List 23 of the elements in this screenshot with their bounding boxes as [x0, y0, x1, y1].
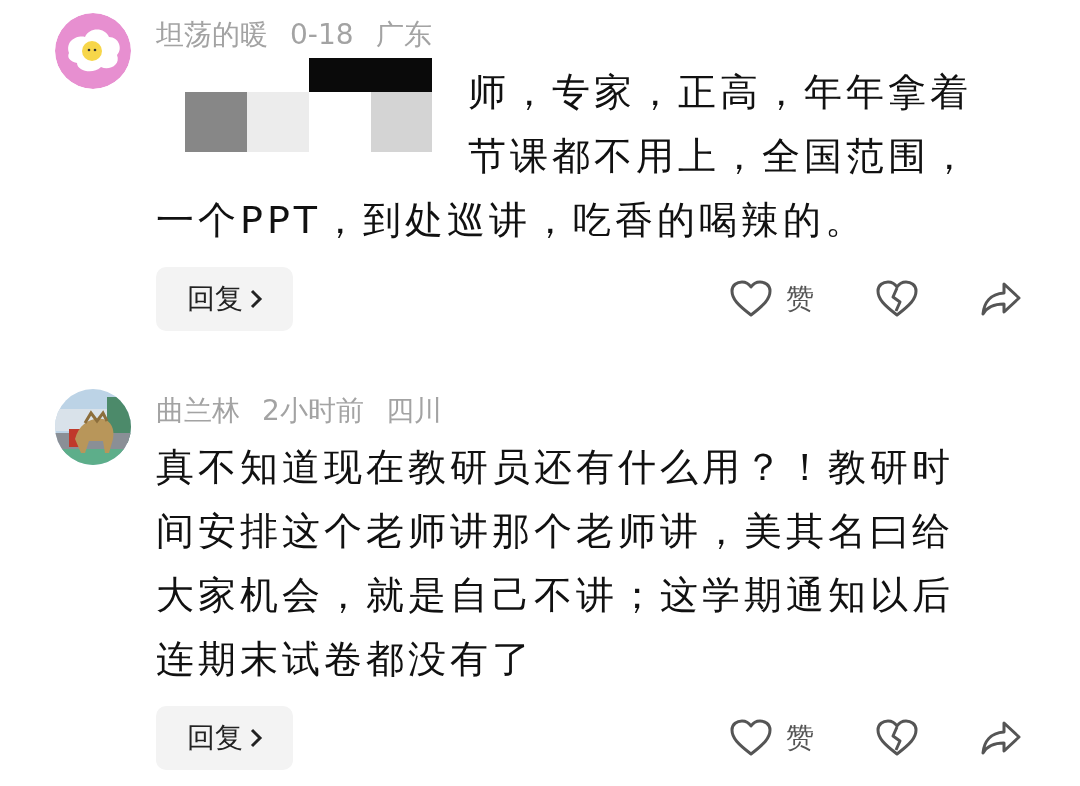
reply-button[interactable]: 回复 — [156, 706, 293, 770]
comment-line: 师，专家，正高，年年拿着 — [467, 69, 973, 116]
comment-time: 2小时前 — [262, 393, 364, 429]
share-icon[interactable] — [980, 280, 1022, 318]
comment-location: 广东 — [375, 17, 432, 53]
broken-heart-icon[interactable] — [876, 280, 918, 318]
like-label: 赞 — [786, 281, 814, 317]
heart-icon[interactable] — [730, 280, 772, 318]
broken-heart-icon[interactable] — [876, 719, 918, 757]
chevron-icon — [248, 288, 263, 310]
share-icon[interactable] — [980, 719, 1022, 757]
comment-line: 节课都不用上，全国范围， — [467, 133, 973, 180]
chevron-icon — [248, 727, 263, 749]
comment-time: 0-18 — [290, 17, 354, 53]
comment-line: 大家机会，就是自己不讲；这学期通知以后 — [156, 572, 955, 619]
like-label: 赞 — [786, 720, 814, 756]
comment-line: 真不知道现在教研员还有什么用？！教研时 — [156, 444, 955, 491]
reply-button[interactable]: 回复 — [156, 267, 293, 331]
comment-location: 四川 — [385, 393, 442, 429]
heart-icon[interactable] — [730, 719, 772, 757]
comment-line: 间安排这个老师讲那个老师讲，美其名曰给 — [156, 508, 955, 555]
comment-line: 连期末试卷都没有了 — [156, 636, 535, 683]
comment-line: 一个PPT，到处巡讲，吃香的喝辣的。 — [156, 197, 869, 244]
